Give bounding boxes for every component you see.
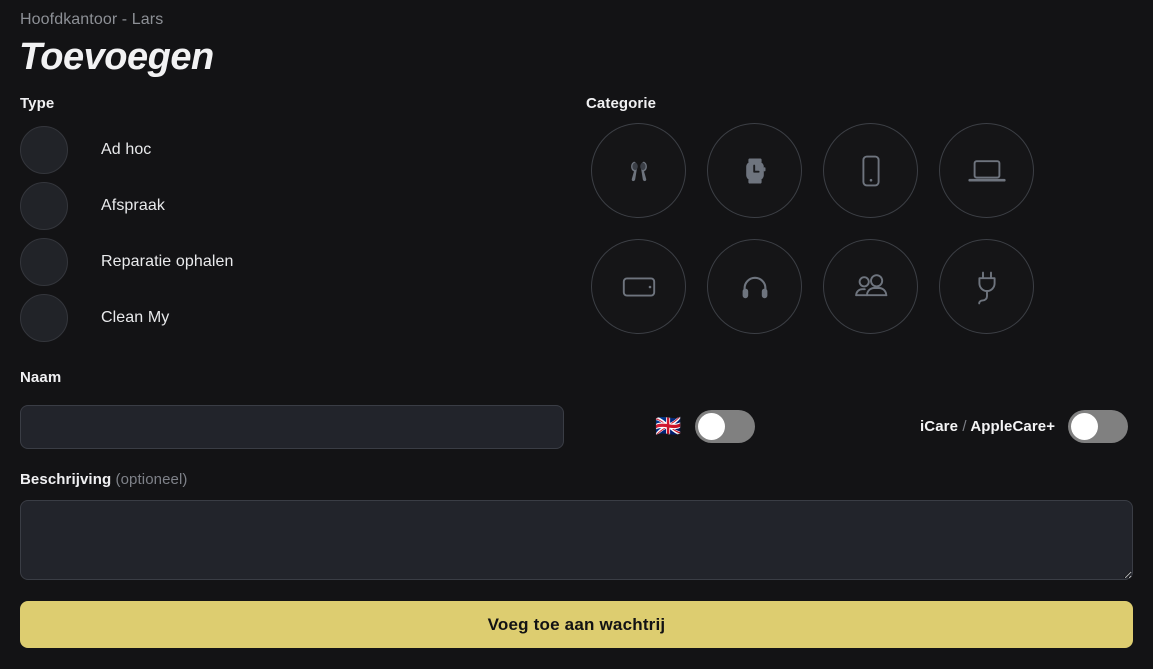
type-option-label: Afspraak — [101, 197, 165, 214]
type-option-list: Ad hoc Afspraak Reparatie ophalen Clean … — [20, 126, 500, 342]
type-option-label: Reparatie ophalen — [101, 253, 234, 270]
care-toggle-label: iCare / AppleCare+ — [920, 418, 1055, 435]
category-grid — [591, 123, 1034, 334]
uk-flag-icon: 🇬🇧 — [655, 415, 682, 438]
category-section-label: Categorie — [586, 95, 657, 112]
care-toggle[interactable] — [1068, 410, 1129, 443]
ipad-icon — [617, 265, 661, 309]
breadcrumb: Hoofdkantoor - Lars — [20, 11, 164, 28]
toggle-knob — [698, 413, 726, 440]
description-optional-text: (optioneel) — [115, 471, 188, 488]
care-label-secondary: AppleCare+ — [970, 418, 1056, 435]
type-option-label: Clean My — [101, 309, 170, 326]
headphones-icon — [733, 265, 777, 309]
type-section-label: Type — [20, 95, 55, 112]
radio-icon[interactable] — [20, 182, 68, 230]
radio-icon[interactable] — [20, 126, 68, 174]
category-item-macbook[interactable] — [939, 123, 1034, 218]
description-label-text: Beschrijving — [20, 471, 112, 488]
category-item-ipad[interactable] — [591, 239, 686, 334]
type-option-reparatie-ophalen[interactable]: Reparatie ophalen — [20, 238, 500, 286]
care-toggle-group: iCare / AppleCare+ — [920, 410, 1129, 443]
care-label-primary: iCare — [920, 418, 959, 435]
category-item-headphones[interactable] — [707, 239, 802, 334]
type-option-afspraak[interactable]: Afspraak — [20, 182, 500, 230]
iphone-icon — [849, 149, 893, 193]
add-to-queue-button[interactable]: Voeg toe aan wachtrij — [20, 601, 1133, 648]
toggle-knob — [1071, 413, 1099, 440]
power-plug-icon — [965, 264, 1009, 310]
category-item-people[interactable] — [823, 239, 918, 334]
radio-icon[interactable] — [20, 294, 68, 342]
macbook-icon — [963, 149, 1011, 193]
language-toggle[interactable] — [695, 410, 756, 443]
description-input[interactable] — [20, 500, 1133, 580]
apple-watch-icon — [733, 149, 777, 193]
page-title: Toevoegen — [19, 36, 214, 78]
category-item-power-plug[interactable] — [939, 239, 1034, 334]
language-toggle-group: 🇬🇧 — [655, 410, 756, 443]
radio-icon[interactable] — [20, 238, 68, 286]
description-field-label: Beschrijving (optioneel) — [20, 471, 188, 488]
type-option-clean-my[interactable]: Clean My — [20, 294, 500, 342]
category-item-airpods[interactable] — [591, 123, 686, 218]
type-option-ad-hoc[interactable]: Ad hoc — [20, 126, 500, 174]
care-label-separator: / — [962, 418, 967, 435]
people-icon — [848, 265, 894, 309]
name-input[interactable] — [20, 405, 564, 449]
airpods-icon — [617, 149, 661, 193]
type-option-label: Ad hoc — [101, 141, 152, 158]
category-item-iphone[interactable] — [823, 123, 918, 218]
name-field-label: Naam — [20, 369, 62, 386]
add-to-queue-page: Hoofdkantoor - Lars Toevoegen Type Ad ho… — [0, 0, 1153, 669]
category-item-apple-watch[interactable] — [707, 123, 802, 218]
